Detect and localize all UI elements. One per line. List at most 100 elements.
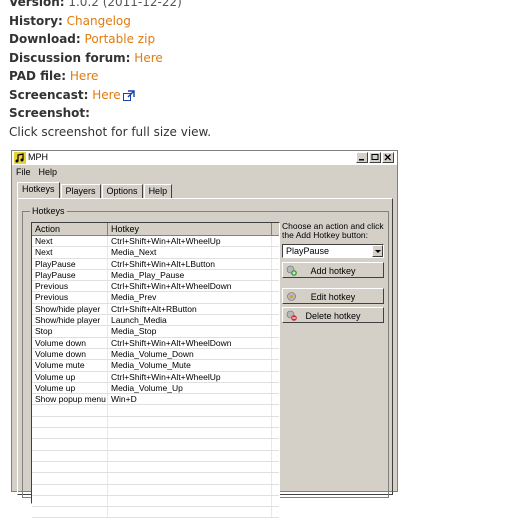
delete-icon (286, 310, 297, 321)
edit-icon (287, 292, 296, 301)
screencast-row: Screencast: Here (9, 86, 211, 105)
table-row[interactable]: PlayPause Ctrl+Shift+Win+Alt+LButton (32, 258, 279, 270)
close-icon[interactable] (382, 152, 394, 163)
table-row[interactable]: Next Ctrl+Shift+Win+Alt+WheelUp (32, 236, 279, 248)
delete-hotkey-label: Delete hotkey (305, 311, 361, 321)
table-row[interactable]: PlayPause Media_Play_Pause (32, 269, 279, 282)
row-action: Stop (32, 326, 108, 337)
selected-action: PlayPause (286, 246, 330, 256)
table-row[interactable]: Volume down Ctrl+Shift+Win+Alt+WheelDown (32, 337, 279, 349)
row-hotkey: Media_Volume_Mute (108, 360, 272, 371)
download-label: Download: (9, 32, 81, 46)
row-hotkey: Ctrl+Shift+Alt+RButton (108, 303, 272, 315)
empty-row (32, 461, 279, 474)
action-select[interactable]: PlayPause (282, 244, 384, 258)
window-controls (356, 152, 394, 163)
row-action: Volume up (32, 371, 108, 382)
edit-hotkey-button[interactable]: Edit hotkey (282, 288, 384, 304)
app-screenshot[interactable]: MPH File Help Hotkeys Players Options He… (11, 150, 398, 518)
row-action: Previous (32, 292, 108, 303)
row-action: PlayPause (32, 258, 108, 269)
row-action: Show/hide player (32, 303, 108, 315)
row-hotkey: Ctrl+Shift+Win+Alt+WheelUp (108, 236, 272, 247)
column-action[interactable]: Action (32, 223, 108, 235)
hotkey-list[interactable]: Action Hotkey Next Ctrl+Shift+Win+Alt+Whe… (31, 222, 280, 518)
row-hotkey: Media_Prev (108, 292, 272, 303)
list-rows: Next Ctrl+Shift+Win+Alt+WheelUp Next Media_… (32, 236, 279, 518)
row-hotkey: Ctrl+Shift+Win+Alt+LButton (108, 258, 272, 269)
version-row: Version: 1.0.2 (2011-12-22) (9, 0, 211, 12)
table-row[interactable]: Volume mute Media_Volume_Mute (32, 360, 279, 372)
pad-row: PAD file: Here (9, 67, 211, 86)
changelog-link[interactable]: Changelog (67, 14, 131, 28)
table-row[interactable]: Volume up Ctrl+Shift+Win+Alt+WheelUp (32, 371, 279, 383)
table-row[interactable]: Volume up Media_Volume_Up (32, 382, 279, 395)
add-icon (286, 265, 297, 276)
row-hotkey: Launch_Media (108, 315, 272, 326)
external-link-icon (122, 89, 135, 101)
screencast-label: Screencast: (9, 87, 89, 102)
minimize-icon[interactable] (356, 152, 368, 163)
add-hotkey-button[interactable]: Add hotkey (282, 262, 384, 278)
row-hotkey: Media_Play_Pause (108, 269, 272, 281)
hotkeys-panel: Hotkeys Action Hotkey Next Ctrl+Shift+Win… (17, 198, 393, 518)
row-action: Volume down (32, 348, 108, 360)
row-hotkey: Media_Next (108, 247, 272, 258)
tab-strip: Hotkeys Players Options Help (17, 182, 173, 198)
table-row[interactable]: Previous Media_Prev (32, 292, 279, 304)
row-action: Show popup menu (32, 394, 108, 405)
table-row[interactable]: Previous Ctrl+Shift+Win+Alt+WheelDown (32, 281, 279, 293)
table-row[interactable]: Stop Media_Stop (32, 326, 279, 338)
row-hotkey: Media_Volume_Down (108, 348, 272, 360)
row-hotkey: Media_Stop (108, 326, 272, 337)
table-row[interactable]: Volume down Media_Volume_Down (32, 348, 279, 361)
empty-row (32, 450, 279, 462)
group-label: Hotkeys (30, 206, 67, 216)
forum-row: Discussion forum: Here (9, 49, 211, 68)
delete-hotkey-button[interactable]: Delete hotkey (282, 307, 384, 323)
menu-file[interactable]: File (16, 167, 31, 177)
empty-row (32, 405, 279, 417)
row-hotkey: Ctrl+Shift+Win+Alt+WheelUp (108, 371, 272, 382)
hotkeys-group: Hotkeys Action Hotkey Next Ctrl+Shift+Win… (22, 206, 389, 518)
version-value: 1.0.2 (2011-12-22) (68, 0, 182, 9)
table-row[interactable]: Show popup menu Win+D (32, 394, 279, 406)
maximize-icon[interactable] (369, 152, 381, 163)
tab-players[interactable]: Players (60, 184, 101, 198)
row-action: Volume up (32, 382, 108, 394)
edit-hotkey-label: Edit hotkey (310, 292, 356, 302)
row-action: Volume down (32, 337, 108, 348)
menu-help[interactable]: Help (39, 167, 58, 177)
screenshot-note: Click screenshot for full size view. (9, 124, 212, 139)
screencast-link[interactable]: Here (92, 88, 120, 102)
row-action: Next (32, 236, 108, 247)
pad-label: PAD file: (9, 69, 67, 83)
forum-link[interactable]: Here (134, 51, 162, 65)
chevron-down-icon[interactable] (372, 245, 383, 257)
screenshot-label: Screenshot: (9, 106, 90, 120)
instruction-text: Choose an action and click the Add Hotke… (282, 221, 384, 240)
history-row: History: Changelog (9, 12, 211, 31)
table-row[interactable]: Next Media_Next (32, 247, 279, 259)
tab-help[interactable]: Help (143, 184, 173, 198)
empty-row (32, 473, 279, 485)
info-block: Version: 1.0.2 (2011-12-22) History: Cha… (9, 0, 211, 141)
empty-row (32, 439, 279, 451)
list-header: Action Hotkey (32, 223, 279, 236)
empty-row (32, 495, 279, 508)
download-link[interactable]: Portable zip (85, 32, 156, 46)
empty-row (32, 428, 279, 440)
pad-link[interactable]: Here (70, 69, 98, 83)
tab-hotkeys[interactable]: Hotkeys (17, 182, 60, 198)
row-hotkey: Ctrl+Shift+Win+Alt+WheelDown (108, 337, 272, 348)
table-row[interactable]: Show/hide player Launch_Media (32, 315, 279, 327)
history-label: History: (9, 13, 63, 28)
row-action: Next (32, 247, 108, 258)
row-hotkey: Win+D (108, 394, 272, 405)
tab-options[interactable]: Options (101, 184, 143, 198)
empty-row (32, 416, 279, 429)
add-hotkey-label: Add hotkey (310, 266, 356, 276)
table-row[interactable]: Show/hide player Ctrl+Shift+Alt+RButton (32, 303, 279, 316)
row-action: Previous (32, 281, 108, 292)
column-hotkey[interactable]: Hotkey (108, 223, 272, 235)
